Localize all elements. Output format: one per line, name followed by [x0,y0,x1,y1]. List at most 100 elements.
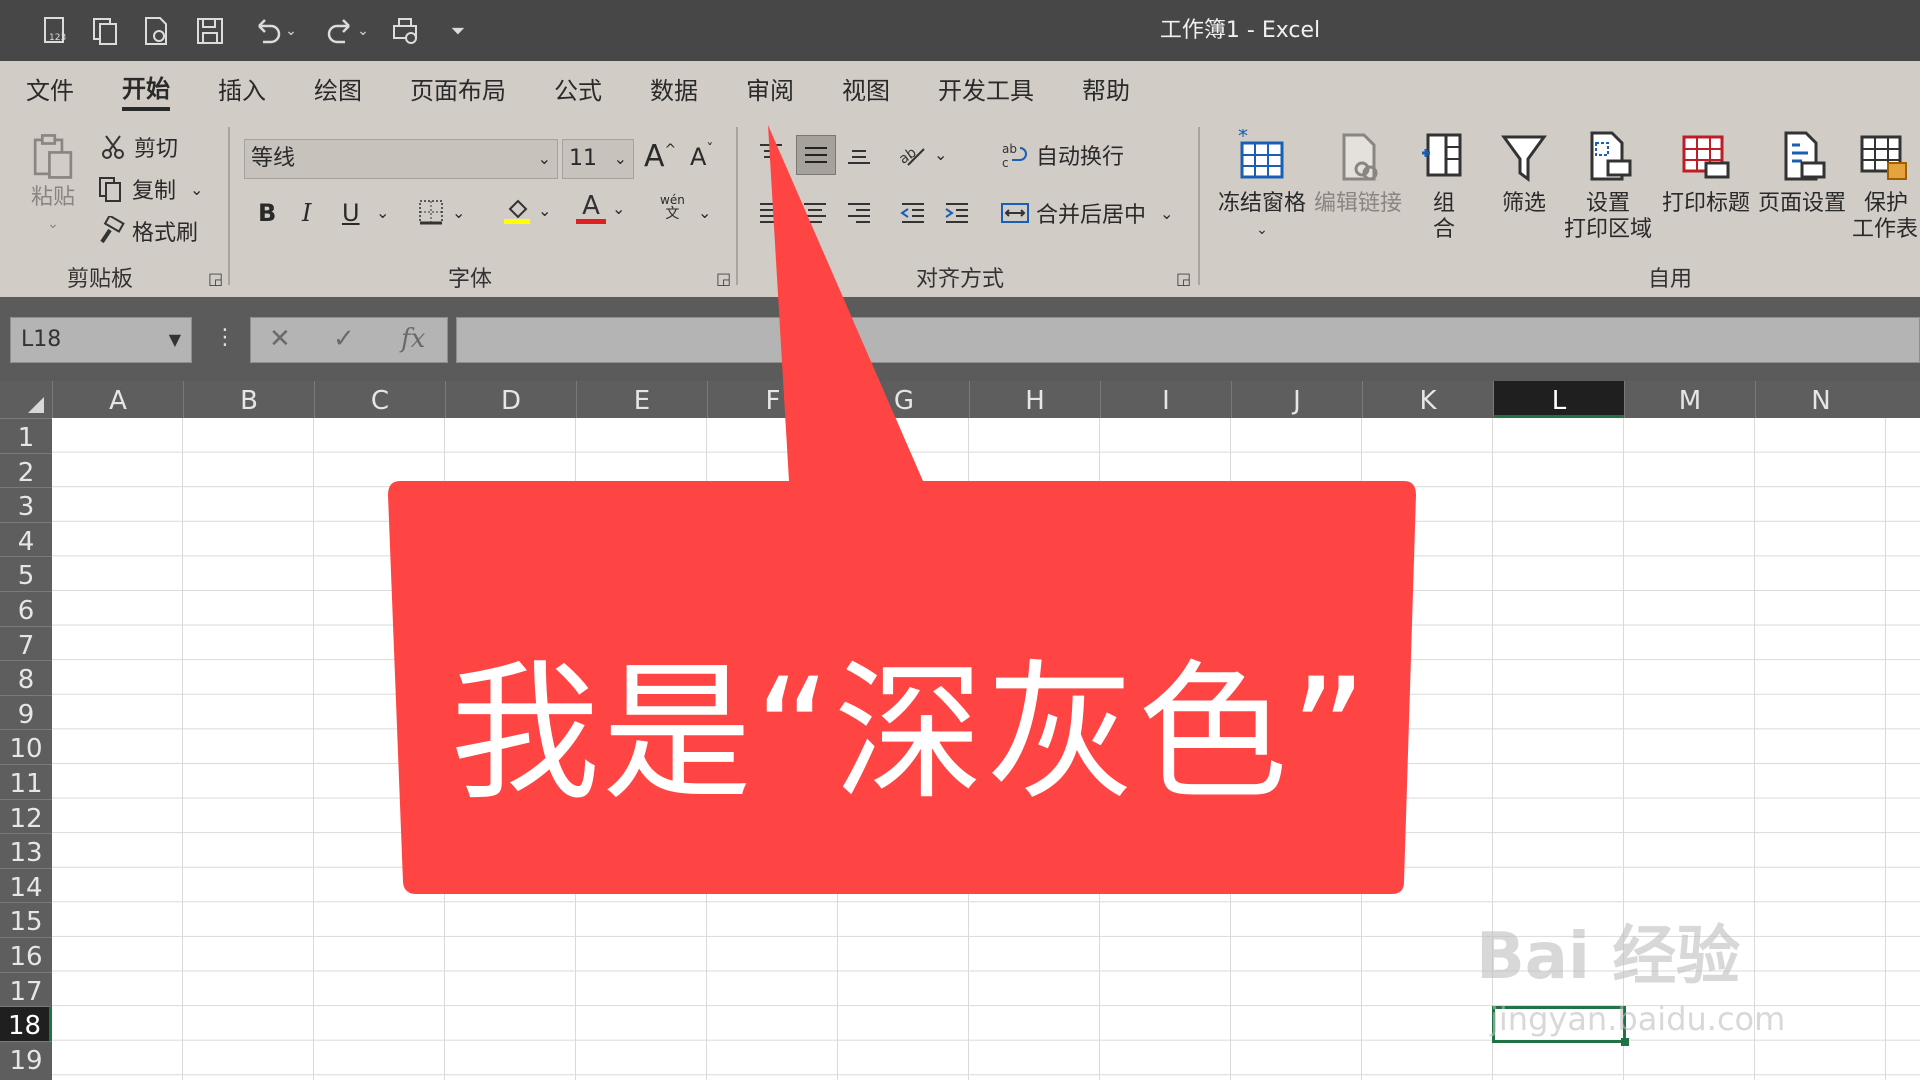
name-box[interactable]: L18 ▼ [10,317,192,363]
set-print-area-button[interactable]: 设置 打印区域 [1560,129,1656,243]
row-header-18[interactable]: 18 [0,1006,52,1041]
tab-developer[interactable]: 开发工具 [938,71,1034,111]
column-header-G[interactable]: G [838,381,969,418]
column-header-A[interactable]: A [52,381,183,418]
chevron-down-icon[interactable]: ⌄ [934,145,947,164]
orientation-button[interactable]: ab ⌄ [896,139,947,169]
filter-button[interactable]: 筛选 [1482,129,1566,217]
row-header-8[interactable]: 8 [0,660,52,695]
tab-insert[interactable]: 插入 [218,71,266,111]
column-header-H[interactable]: H [969,381,1100,418]
column-header-C[interactable]: C [314,381,445,418]
numbers-icon[interactable]: 123 [36,12,76,50]
chevron-down-icon[interactable]: ⌄ [538,201,551,220]
group-button[interactable]: 组 合 [1414,129,1474,243]
tab-formulas[interactable]: 公式 [554,71,602,111]
tab-data[interactable]: 数据 [650,71,698,111]
align-middle-button[interactable] [796,135,836,175]
phonetic-button[interactable]: wén 文 [660,193,685,221]
row-header-9[interactable]: 9 [0,694,52,730]
row-header-2[interactable]: 2 [0,452,52,488]
row-header-19[interactable]: 19 [0,1040,52,1076]
column-header-L[interactable]: L [1493,381,1624,418]
more-options-icon[interactable]: ⋮ [214,325,236,350]
underline-button[interactable]: U [342,199,360,227]
tab-page-layout[interactable]: 页面布局 [410,71,506,111]
row-header-10[interactable]: 10 [0,729,52,764]
font-name-combo[interactable]: 等线 ⌄ [244,139,558,179]
tab-draw[interactable]: 绘图 [314,71,362,111]
wrap-text-button[interactable]: ab c 自动换行 [1000,139,1124,171]
align-right-button[interactable] [844,197,874,227]
chevron-down-icon[interactable]: ⌄ [452,203,465,222]
row-header-5[interactable]: 5 [0,556,52,591]
row-header-12[interactable]: 12 [0,798,52,834]
redo-icon[interactable]: ⌄ [318,12,374,50]
row-header-7[interactable]: 7 [0,625,52,661]
row-header-3[interactable]: 3 [0,487,52,522]
row-header-1[interactable]: 1 [0,418,52,453]
cut-button[interactable]: 剪切 [98,131,178,163]
column-header-D[interactable]: D [445,381,576,418]
enter-icon[interactable]: ✓ [333,324,355,354]
chevron-down-icon[interactable]: ⌄ [1160,204,1173,223]
copy-button[interactable]: 复制 ⌄ [96,173,203,205]
print-titles-button[interactable]: 打印标题 [1660,129,1752,217]
shrink-font-button[interactable]: Aˇ [690,142,713,171]
insert-function-icon[interactable]: fx [401,324,425,354]
grow-font-button[interactable]: A ^ [644,139,676,174]
page-setup-button[interactable]: 页面设置 [1756,129,1848,217]
row-header-17[interactable]: 17 [0,971,52,1007]
decrease-indent-button[interactable] [898,197,928,227]
paste-dropdown-icon[interactable]: ⌄ [22,211,84,237]
column-header-N[interactable]: N [1755,381,1886,418]
save-icon[interactable] [190,12,230,50]
font-size-combo[interactable]: 11 ⌄ [562,139,634,179]
copy-doc-icon[interactable] [86,12,126,50]
column-header-B[interactable]: B [183,381,314,418]
row-header-11[interactable]: 11 [0,764,52,799]
merge-center-button[interactable]: 合并后居中 ⌄ [1000,197,1173,229]
align-top-button[interactable] [756,139,786,169]
row-header-14[interactable]: 14 [0,867,52,903]
row-header-6[interactable]: 6 [0,591,52,626]
print-preview-icon[interactable] [386,12,426,50]
column-header-J[interactable]: J [1231,381,1362,418]
phonetic-dropdown-icon[interactable]: ⌄ [698,203,711,222]
column-header-M[interactable]: M [1624,381,1755,418]
column-header-K[interactable]: K [1362,381,1493,418]
copy-dropdown-icon[interactable]: ⌄ [190,180,203,199]
cancel-icon[interactable]: ✕ [269,324,291,354]
alignment-launcher-icon[interactable]: ◲ [1176,269,1191,288]
column-header-I[interactable]: I [1100,381,1231,418]
italic-button[interactable]: I [302,199,311,227]
tab-review[interactable]: 审阅 [746,71,794,111]
borders-button[interactable]: ⌄ [416,197,465,227]
freeze-panes-button[interactable]: * 冻结窗格 ⌄ [1216,129,1308,243]
align-left-button[interactable] [756,197,786,227]
paste-button[interactable]: 粘贴 ⌄ [22,131,84,237]
row-header-16[interactable]: 16 [0,937,52,972]
chevron-down-icon[interactable]: ▼ [169,318,181,362]
increase-indent-button[interactable] [942,197,972,227]
fill-color-button[interactable]: ⌄ [502,195,551,225]
formula-input[interactable] [456,317,1920,363]
bold-button[interactable]: B [258,199,276,227]
underline-dropdown-icon[interactable]: ⌄ [376,203,389,222]
tab-view[interactable]: 视图 [842,71,890,111]
protect-sheet-button[interactable]: 保护 工作表 [1852,129,1920,243]
font-launcher-icon[interactable]: ◲ [716,269,731,288]
format-painter-button[interactable]: 格式刷 [96,214,198,247]
clipboard-launcher-icon[interactable]: ◲ [208,269,223,288]
tab-help[interactable]: 帮助 [1082,71,1130,111]
new-doc-icon[interactable] [136,12,176,50]
align-bottom-button[interactable] [844,139,874,169]
font-color-button[interactable]: A ⌄ [576,193,625,224]
tab-file[interactable]: 文件 [26,71,74,111]
align-center-button[interactable] [800,197,830,227]
customize-icon[interactable]: ⏷ [444,12,472,50]
undo-icon[interactable]: ⌄ [246,12,302,50]
chevron-down-icon[interactable]: ⌄ [612,199,625,218]
select-all-button[interactable] [0,381,52,418]
edit-links-button[interactable]: 编辑链接 [1312,129,1404,217]
